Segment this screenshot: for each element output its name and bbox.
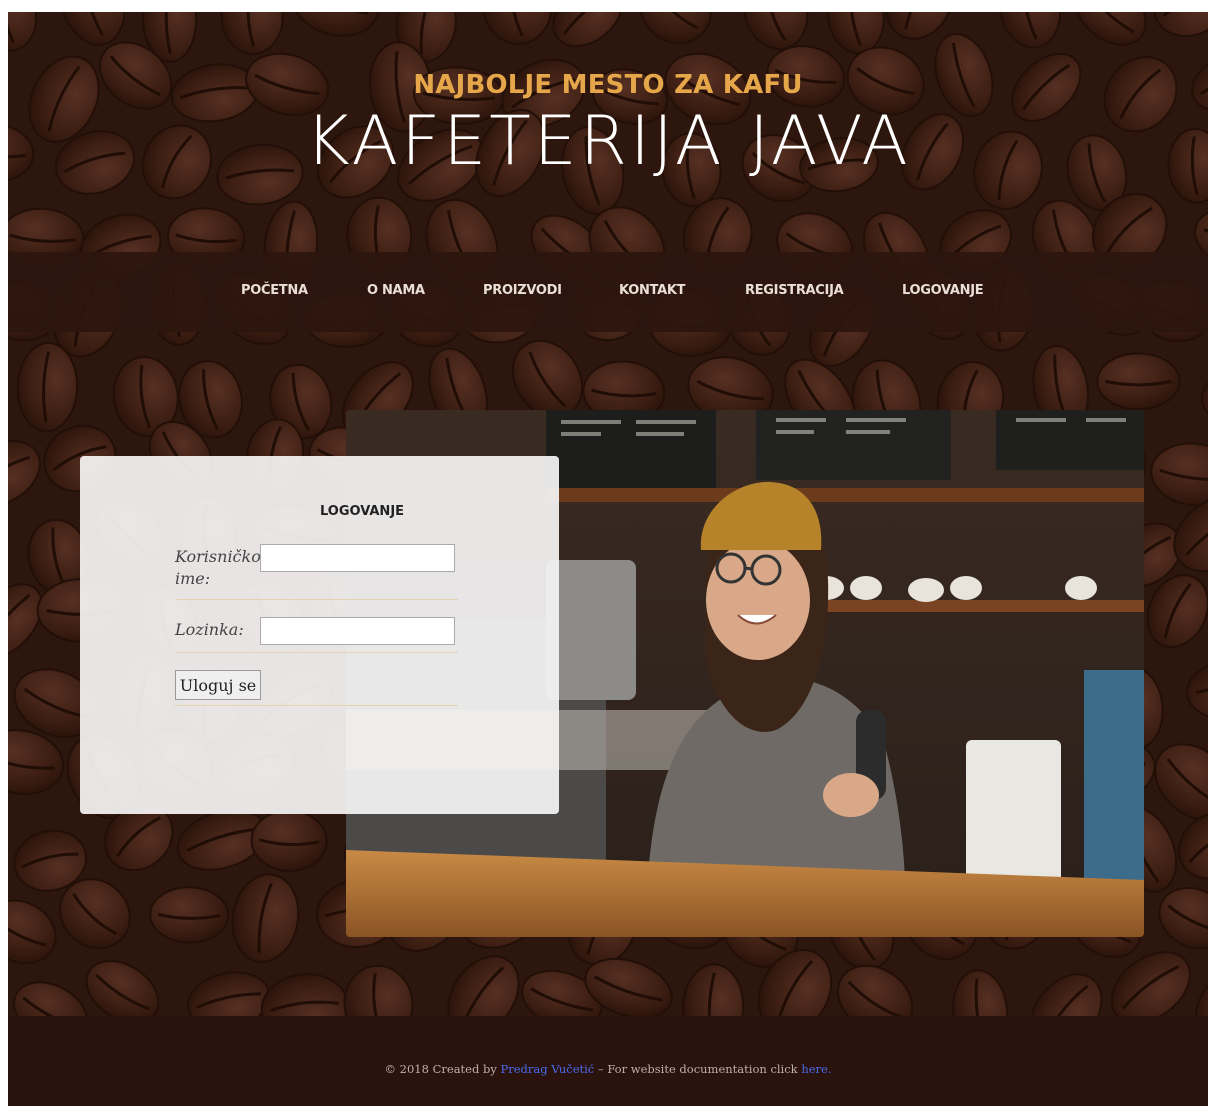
footer-middle: – For website documentation click	[594, 1062, 802, 1076]
password-label: Lozinka:	[175, 620, 244, 639]
login-button[interactable]: Uloguj se	[175, 670, 261, 700]
nav-item-logovanje[interactable]: LOGOVANJE	[902, 283, 984, 298]
documentation-link[interactable]: here.	[801, 1062, 831, 1076]
nav-item-registracija[interactable]: REGISTRACIJA	[745, 283, 844, 298]
site-subtitle: NAJBOLJE MESTO ZA KAFU	[413, 70, 803, 100]
nav-item-kontakt[interactable]: KONTAKT	[619, 283, 685, 298]
site-footer: © 2018 Created by Predrag Vučetić – For …	[8, 1016, 1208, 1106]
password-input[interactable]	[260, 617, 455, 645]
login-panel: LOGOVANJE Korisničko ime: Lozinka: Ulogu…	[80, 456, 559, 814]
author-link[interactable]: Predrag Vučetić	[501, 1062, 595, 1076]
footer-text: © 2018 Created by Predrag Vučetić – For …	[8, 1062, 1208, 1076]
nav-item-proizvodi[interactable]: PROIZVODI	[483, 283, 562, 298]
site-title: KAFETERIJA JAVA	[305, 102, 911, 181]
divider	[175, 652, 458, 653]
nav-item-o-nama[interactable]: O NAMA	[367, 283, 425, 298]
main-nav: POČETNA O NAMA PROIZVODI KONTAKT REGISTR…	[8, 252, 1208, 332]
site-header: NAJBOLJE MESTO ZA KAFU KAFETERIJA JAVA	[8, 12, 1208, 252]
username-label: Korisničko ime:	[175, 547, 261, 588]
username-input[interactable]	[260, 544, 455, 572]
footer-prefix: © 2018 Created by	[384, 1062, 501, 1076]
nav-item-pocetna[interactable]: POČETNA	[241, 283, 308, 298]
divider	[175, 705, 458, 706]
login-title: LOGOVANJE	[319, 504, 405, 519]
divider	[175, 599, 458, 600]
